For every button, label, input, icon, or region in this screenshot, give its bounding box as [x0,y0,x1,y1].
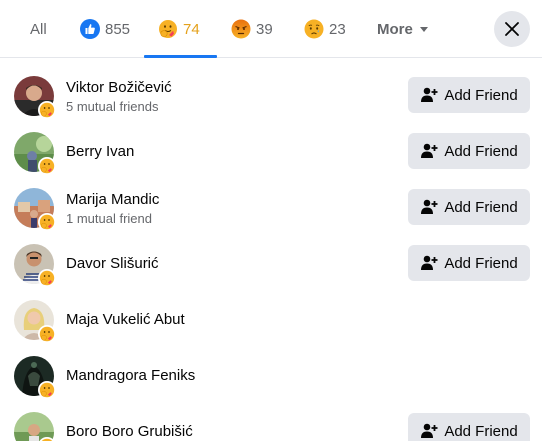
care-reaction-icon [38,269,56,287]
person-info: Marija Mandic 1 mutual friend [66,180,159,236]
care-reaction-icon [38,157,56,175]
tab-like-count: 855 [105,20,131,38]
tab-all-label: All [30,20,47,38]
list-item: Marija Mandic 1 mutual friend Add Friend [0,180,542,236]
person-name[interactable]: Mandragora Feniks [66,366,195,386]
add-friend-label: Add Friend [444,142,518,160]
person-info: Davor Slišurić [66,236,159,292]
avatar[interactable] [14,412,56,441]
person-name[interactable]: Marija Mandic [66,190,159,210]
add-person-icon [421,199,438,214]
care-reaction-icon [159,20,177,38]
person-info: Viktor Božičević 5 mutual friends [66,68,172,124]
list-item: Boro Boro Grubišić Add Friend [0,404,542,441]
add-person-icon [421,143,438,158]
mutual-friends[interactable]: 5 mutual friends [66,98,172,115]
close-icon [505,22,519,36]
list-item: Berry Ivan Add Friend [0,124,542,180]
like-reaction-icon [80,19,100,39]
avatar[interactable] [14,356,56,399]
add-friend-button[interactable]: Add Friend [408,77,530,113]
avatar[interactable] [14,132,56,175]
care-reaction-icon [38,437,56,441]
tab-like[interactable]: 855 [80,0,130,58]
add-friend-button[interactable]: Add Friend [408,133,530,169]
reactors-list[interactable]: Viktor Božičević 5 mutual friends Add Fr… [0,58,542,441]
avatar[interactable] [14,76,56,119]
add-friend-button[interactable]: Add Friend [408,245,530,281]
tab-care[interactable]: 74 [158,0,200,58]
tab-all[interactable]: All [30,0,47,58]
reactions-tab-bar: All 855 74 39 23 More [0,0,542,58]
avatar[interactable] [14,188,56,231]
person-name[interactable]: Berry Ivan [66,142,134,162]
person-name[interactable]: Davor Slišurić [66,254,159,274]
avatar[interactable] [14,300,56,343]
add-friend-label: Add Friend [444,198,518,216]
mutual-friends[interactable]: 1 mutual friend [66,210,159,227]
tab-more-label: More [377,20,413,38]
tab-sad[interactable]: 23 [304,0,346,58]
add-person-icon [421,423,438,438]
add-friend-label: Add Friend [444,86,518,104]
person-info: Berry Ivan [66,124,134,180]
add-friend-button[interactable]: Add Friend [408,189,530,225]
person-name[interactable]: Viktor Božičević [66,78,172,98]
list-item: Davor Slišurić Add Friend [0,236,542,292]
add-friend-button[interactable]: Add Friend [408,413,530,441]
add-friend-label: Add Friend [444,422,518,440]
care-reaction-icon [38,325,56,343]
tab-care-count: 74 [183,20,200,38]
add-friend-label: Add Friend [444,254,518,272]
caret-down-icon [419,27,428,32]
person-info: Maja Vukelić Abut [66,292,185,348]
close-button[interactable] [494,11,530,47]
person-name[interactable]: Boro Boro Grubišić [66,422,193,441]
care-reaction-icon [38,101,56,119]
tab-sad-count: 23 [329,20,346,38]
person-name[interactable]: Maja Vukelić Abut [66,310,185,330]
care-reaction-icon [38,213,56,231]
list-item: Viktor Božičević 5 mutual friends Add Fr… [0,68,542,124]
list-item: Maja Vukelić Abut [0,292,542,348]
tab-angry-count: 39 [256,20,273,38]
person-info: Mandragora Feniks [66,348,195,404]
tab-angry[interactable]: 39 [231,0,273,58]
avatar[interactable] [14,244,56,287]
care-reaction-icon [38,381,56,399]
add-person-icon [421,87,438,102]
add-person-icon [421,255,438,270]
tab-more-dropdown[interactable]: More [377,0,428,58]
person-info: Boro Boro Grubišić [66,404,193,441]
sad-reaction-icon [304,19,324,39]
list-item: Mandragora Feniks [0,348,542,404]
angry-reaction-icon [231,19,251,39]
